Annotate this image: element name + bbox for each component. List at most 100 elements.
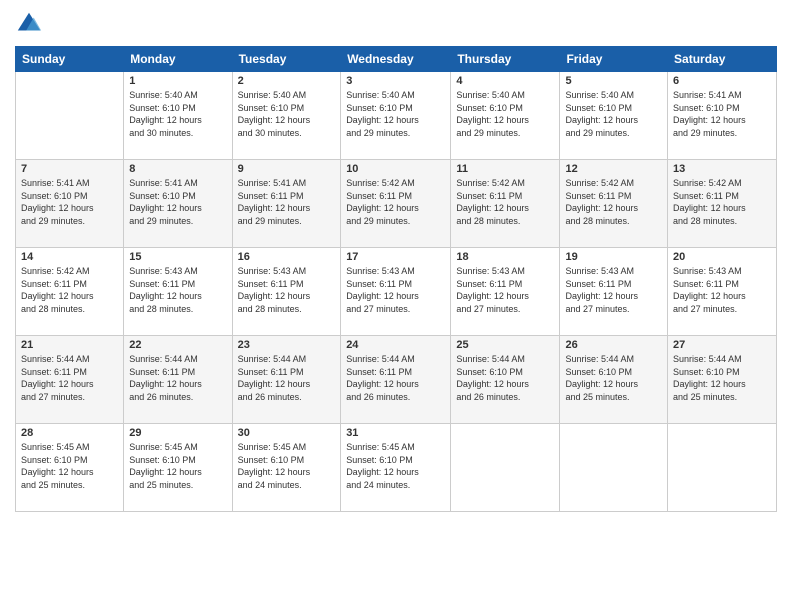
day-number: 28 (21, 427, 118, 439)
day-info: Sunrise: 5:43 AM Sunset: 6:11 PM Dayligh… (238, 265, 336, 315)
calendar-cell: 29 Sunrise: 5:45 AM Sunset: 6:10 PM Dayli… (124, 424, 232, 512)
day-number: 18 (456, 251, 554, 263)
calendar-cell: 17 Sunrise: 5:43 AM Sunset: 6:11 PM Dayli… (341, 248, 451, 336)
calendar-week-2: 7 Sunrise: 5:41 AM Sunset: 6:10 PM Daylig… (16, 160, 777, 248)
calendar-cell: 7 Sunrise: 5:41 AM Sunset: 6:10 PM Daylig… (16, 160, 124, 248)
calendar-cell: 20 Sunrise: 5:43 AM Sunset: 6:11 PM Dayli… (668, 248, 777, 336)
day-info: Sunrise: 5:42 AM Sunset: 6:11 PM Dayligh… (673, 177, 771, 227)
calendar-cell (16, 72, 124, 160)
day-info: Sunrise: 5:41 AM Sunset: 6:10 PM Dayligh… (129, 177, 226, 227)
day-info: Sunrise: 5:42 AM Sunset: 6:11 PM Dayligh… (346, 177, 445, 227)
day-info: Sunrise: 5:45 AM Sunset: 6:10 PM Dayligh… (238, 441, 336, 491)
day-info: Sunrise: 5:44 AM Sunset: 6:11 PM Dayligh… (238, 353, 336, 403)
day-number: 27 (673, 339, 771, 351)
day-info: Sunrise: 5:44 AM Sunset: 6:11 PM Dayligh… (346, 353, 445, 403)
calendar-cell: 12 Sunrise: 5:42 AM Sunset: 6:11 PM Dayli… (560, 160, 668, 248)
calendar-week-1: 1 Sunrise: 5:40 AM Sunset: 6:10 PM Daylig… (16, 72, 777, 160)
day-info: Sunrise: 5:41 AM Sunset: 6:10 PM Dayligh… (673, 89, 771, 139)
calendar-cell: 19 Sunrise: 5:43 AM Sunset: 6:11 PM Dayli… (560, 248, 668, 336)
day-number: 31 (346, 427, 445, 439)
day-number: 29 (129, 427, 226, 439)
calendar-cell: 31Sunrise: 5:45 AM Sunset: 6:10 PM Dayli… (341, 424, 451, 512)
day-number: 22 (129, 339, 226, 351)
day-info: Sunrise: 5:42 AM Sunset: 6:11 PM Dayligh… (565, 177, 662, 227)
calendar-cell: 21Sunrise: 5:44 AM Sunset: 6:11 PM Dayli… (16, 336, 124, 424)
day-number: 3 (346, 75, 445, 87)
day-info: Sunrise: 5:42 AM Sunset: 6:11 PM Dayligh… (21, 265, 118, 315)
calendar-cell: 14 Sunrise: 5:42 AM Sunset: 6:11 PM Dayli… (16, 248, 124, 336)
calendar-cell: 18 Sunrise: 5:43 AM Sunset: 6:11 PM Dayli… (451, 248, 560, 336)
logo (15, 10, 47, 38)
calendar-cell (560, 424, 668, 512)
day-number: 17 (346, 251, 445, 263)
calendar-week-3: 14 Sunrise: 5:42 AM Sunset: 6:11 PM Dayli… (16, 248, 777, 336)
day-number: 16 (238, 251, 336, 263)
calendar-cell: 16 Sunrise: 5:43 AM Sunset: 6:11 PM Dayli… (232, 248, 341, 336)
day-info: Sunrise: 5:45 AM Sunset: 6:10 PM Dayligh… (21, 441, 118, 491)
day-info: Sunrise: 5:43 AM Sunset: 6:11 PM Dayligh… (673, 265, 771, 315)
day-number: 11 (456, 163, 554, 175)
day-info: Sunrise: 5:40 AM Sunset: 6:10 PM Dayligh… (565, 89, 662, 139)
day-info: Sunrise: 5:40 AM Sunset: 6:10 PM Dayligh… (238, 89, 336, 139)
day-number: 23 (238, 339, 336, 351)
header (15, 10, 777, 38)
calendar-cell: 2Sunrise: 5:40 AM Sunset: 6:10 PM Daylig… (232, 72, 341, 160)
day-info: Sunrise: 5:42 AM Sunset: 6:11 PM Dayligh… (456, 177, 554, 227)
day-info: Sunrise: 5:40 AM Sunset: 6:10 PM Dayligh… (346, 89, 445, 139)
day-number: 5 (565, 75, 662, 87)
day-header-friday: Friday (560, 47, 668, 72)
day-info: Sunrise: 5:43 AM Sunset: 6:11 PM Dayligh… (346, 265, 445, 315)
day-header-sunday: Sunday (16, 47, 124, 72)
calendar-cell: 9Sunrise: 5:41 AM Sunset: 6:11 PM Daylig… (232, 160, 341, 248)
calendar-week-5: 28 Sunrise: 5:45 AM Sunset: 6:10 PM Dayli… (16, 424, 777, 512)
calendar-cell: 4Sunrise: 5:40 AM Sunset: 6:10 PM Daylig… (451, 72, 560, 160)
calendar-cell: 22Sunrise: 5:44 AM Sunset: 6:11 PM Dayli… (124, 336, 232, 424)
calendar-cell: 11 Sunrise: 5:42 AM Sunset: 6:11 PM Dayli… (451, 160, 560, 248)
day-number: 20 (673, 251, 771, 263)
calendar-cell: 1 Sunrise: 5:40 AM Sunset: 6:10 PM Daylig… (124, 72, 232, 160)
calendar-cell: 6 Sunrise: 5:41 AM Sunset: 6:10 PM Daylig… (668, 72, 777, 160)
day-number: 19 (565, 251, 662, 263)
day-number: 12 (565, 163, 662, 175)
calendar-header-row: SundayMondayTuesdayWednesdayThursdayFrid… (16, 47, 777, 72)
calendar-cell: 27 Sunrise: 5:44 AM Sunset: 6:10 PM Dayli… (668, 336, 777, 424)
day-header-saturday: Saturday (668, 47, 777, 72)
calendar-table: SundayMondayTuesdayWednesdayThursdayFrid… (15, 46, 777, 512)
calendar-cell (668, 424, 777, 512)
calendar-cell: 28 Sunrise: 5:45 AM Sunset: 6:10 PM Dayli… (16, 424, 124, 512)
day-header-monday: Monday (124, 47, 232, 72)
calendar-cell: 5 Sunrise: 5:40 AM Sunset: 6:10 PM Daylig… (560, 72, 668, 160)
day-number: 10 (346, 163, 445, 175)
day-info: Sunrise: 5:45 AM Sunset: 6:10 PM Dayligh… (129, 441, 226, 491)
calendar-cell: 24 Sunrise: 5:44 AM Sunset: 6:11 PM Dayli… (341, 336, 451, 424)
day-info: Sunrise: 5:41 AM Sunset: 6:10 PM Dayligh… (21, 177, 118, 227)
day-number: 14 (21, 251, 118, 263)
day-info: Sunrise: 5:43 AM Sunset: 6:11 PM Dayligh… (565, 265, 662, 315)
day-header-wednesday: Wednesday (341, 47, 451, 72)
calendar-cell: 8 Sunrise: 5:41 AM Sunset: 6:10 PM Daylig… (124, 160, 232, 248)
day-number: 24 (346, 339, 445, 351)
day-number: 7 (21, 163, 118, 175)
calendar-cell: 13Sunrise: 5:42 AM Sunset: 6:11 PM Dayli… (668, 160, 777, 248)
day-info: Sunrise: 5:40 AM Sunset: 6:10 PM Dayligh… (456, 89, 554, 139)
day-number: 6 (673, 75, 771, 87)
calendar-cell: 23 Sunrise: 5:44 AM Sunset: 6:11 PM Dayli… (232, 336, 341, 424)
day-number: 1 (129, 75, 226, 87)
day-info: Sunrise: 5:44 AM Sunset: 6:10 PM Dayligh… (565, 353, 662, 403)
day-info: Sunrise: 5:44 AM Sunset: 6:10 PM Dayligh… (673, 353, 771, 403)
day-info: Sunrise: 5:43 AM Sunset: 6:11 PM Dayligh… (129, 265, 226, 315)
day-info: Sunrise: 5:40 AM Sunset: 6:10 PM Dayligh… (129, 89, 226, 139)
logo-icon (15, 10, 43, 38)
day-number: 15 (129, 251, 226, 263)
calendar-cell: 25 Sunrise: 5:44 AM Sunset: 6:10 PM Dayli… (451, 336, 560, 424)
day-number: 26 (565, 339, 662, 351)
day-number: 25 (456, 339, 554, 351)
calendar-cell: 3 Sunrise: 5:40 AM Sunset: 6:10 PM Daylig… (341, 72, 451, 160)
day-number: 8 (129, 163, 226, 175)
calendar-cell: 30 Sunrise: 5:45 AM Sunset: 6:10 PM Dayli… (232, 424, 341, 512)
day-number: 30 (238, 427, 336, 439)
day-info: Sunrise: 5:44 AM Sunset: 6:10 PM Dayligh… (456, 353, 554, 403)
calendar-cell: 26 Sunrise: 5:44 AM Sunset: 6:10 PM Dayli… (560, 336, 668, 424)
day-info: Sunrise: 5:43 AM Sunset: 6:11 PM Dayligh… (456, 265, 554, 315)
day-number: 9 (238, 163, 336, 175)
